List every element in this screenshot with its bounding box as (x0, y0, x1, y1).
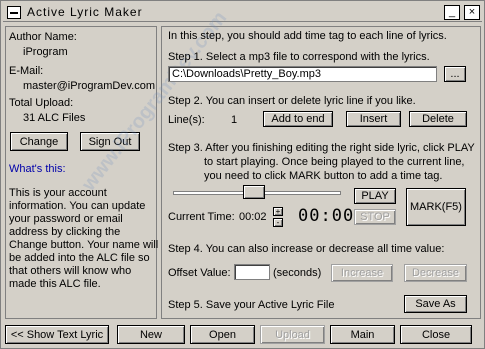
browse-button[interactable]: ... (444, 66, 466, 82)
main-window: Active Lyric Maker _ × Author Name: iPro… (0, 0, 485, 349)
current-time-value: 00:02 (239, 211, 267, 223)
whats-this-link[interactable]: What's this: (9, 163, 66, 175)
lines-value: 1 (231, 114, 238, 126)
window-title: Active Lyric Maker (27, 5, 143, 19)
step4-text: Step 4. You can also increase or decreas… (168, 243, 445, 255)
app-icon (7, 6, 21, 19)
step5-text: Step 5. Save your Active Lyric File (168, 299, 335, 311)
decrease-button[interactable]: Decrease (404, 264, 467, 282)
lines-label: Line(s): (168, 114, 205, 126)
title-bar[interactable]: Active Lyric Maker _ × (3, 3, 482, 22)
change-button[interactable]: Change (10, 132, 68, 151)
insert-button[interactable]: Insert (346, 111, 401, 127)
mp3-path-field[interactable] (168, 66, 437, 82)
delete-button[interactable]: Delete (409, 111, 467, 127)
sign-out-button[interactable]: Sign Out (80, 132, 140, 151)
email-value: master@iProgramDev.com (23, 80, 155, 92)
close-button[interactable]: Close (400, 325, 472, 344)
increase-button[interactable]: Increase (331, 264, 393, 282)
new-button[interactable]: New (117, 325, 185, 344)
step3-text-3: you need to click MARK button to add a t… (204, 170, 443, 182)
close-window-button[interactable]: × (464, 5, 480, 20)
minimize-button[interactable]: _ (444, 5, 460, 20)
offset-label: Offset Value: (168, 267, 231, 279)
open-button[interactable]: Open (190, 325, 255, 344)
intro-text: In this step, you should add time tag to… (168, 30, 447, 42)
email-label: E-Mail: (9, 65, 44, 77)
playback-slider-thumb[interactable] (243, 185, 266, 199)
upload-value: 31 ALC Files (23, 112, 86, 124)
upload-label: Total Upload: (9, 97, 74, 109)
help-text: This is your account information. You ca… (9, 187, 159, 290)
current-time-label: Current Time: (168, 211, 235, 223)
step3-text-2: to start playing. Once being played to t… (204, 156, 465, 168)
add-to-end-button[interactable]: Add to end (263, 111, 333, 127)
step2-text: Step 2. You can insert or delete lyric l… (168, 95, 416, 107)
step3-text-1: Step 3. After you finishing editing the … (168, 142, 475, 154)
author-value: iProgram (23, 46, 68, 58)
stop-button[interactable]: STOP (354, 209, 396, 225)
play-button[interactable]: PLAY (354, 188, 396, 204)
lcd-time-display: 00:00 (298, 206, 355, 226)
time-spin-down[interactable]: - (273, 218, 283, 227)
mark-button[interactable]: MARK(F5) (406, 188, 466, 226)
upload-button[interactable]: Upload (260, 325, 325, 344)
save-as-button[interactable]: Save As (404, 295, 467, 313)
main-button[interactable]: Main (330, 325, 395, 344)
seconds-label: (seconds) (273, 267, 322, 279)
show-text-lyric-button[interactable]: << Show Text Lyric (5, 325, 109, 344)
step1-text: Step 1. Select a mp3 file to correspond … (168, 51, 430, 63)
time-spin-up[interactable]: + (273, 207, 283, 216)
offset-field[interactable] (234, 264, 270, 280)
author-label: Author Name: (9, 31, 77, 43)
